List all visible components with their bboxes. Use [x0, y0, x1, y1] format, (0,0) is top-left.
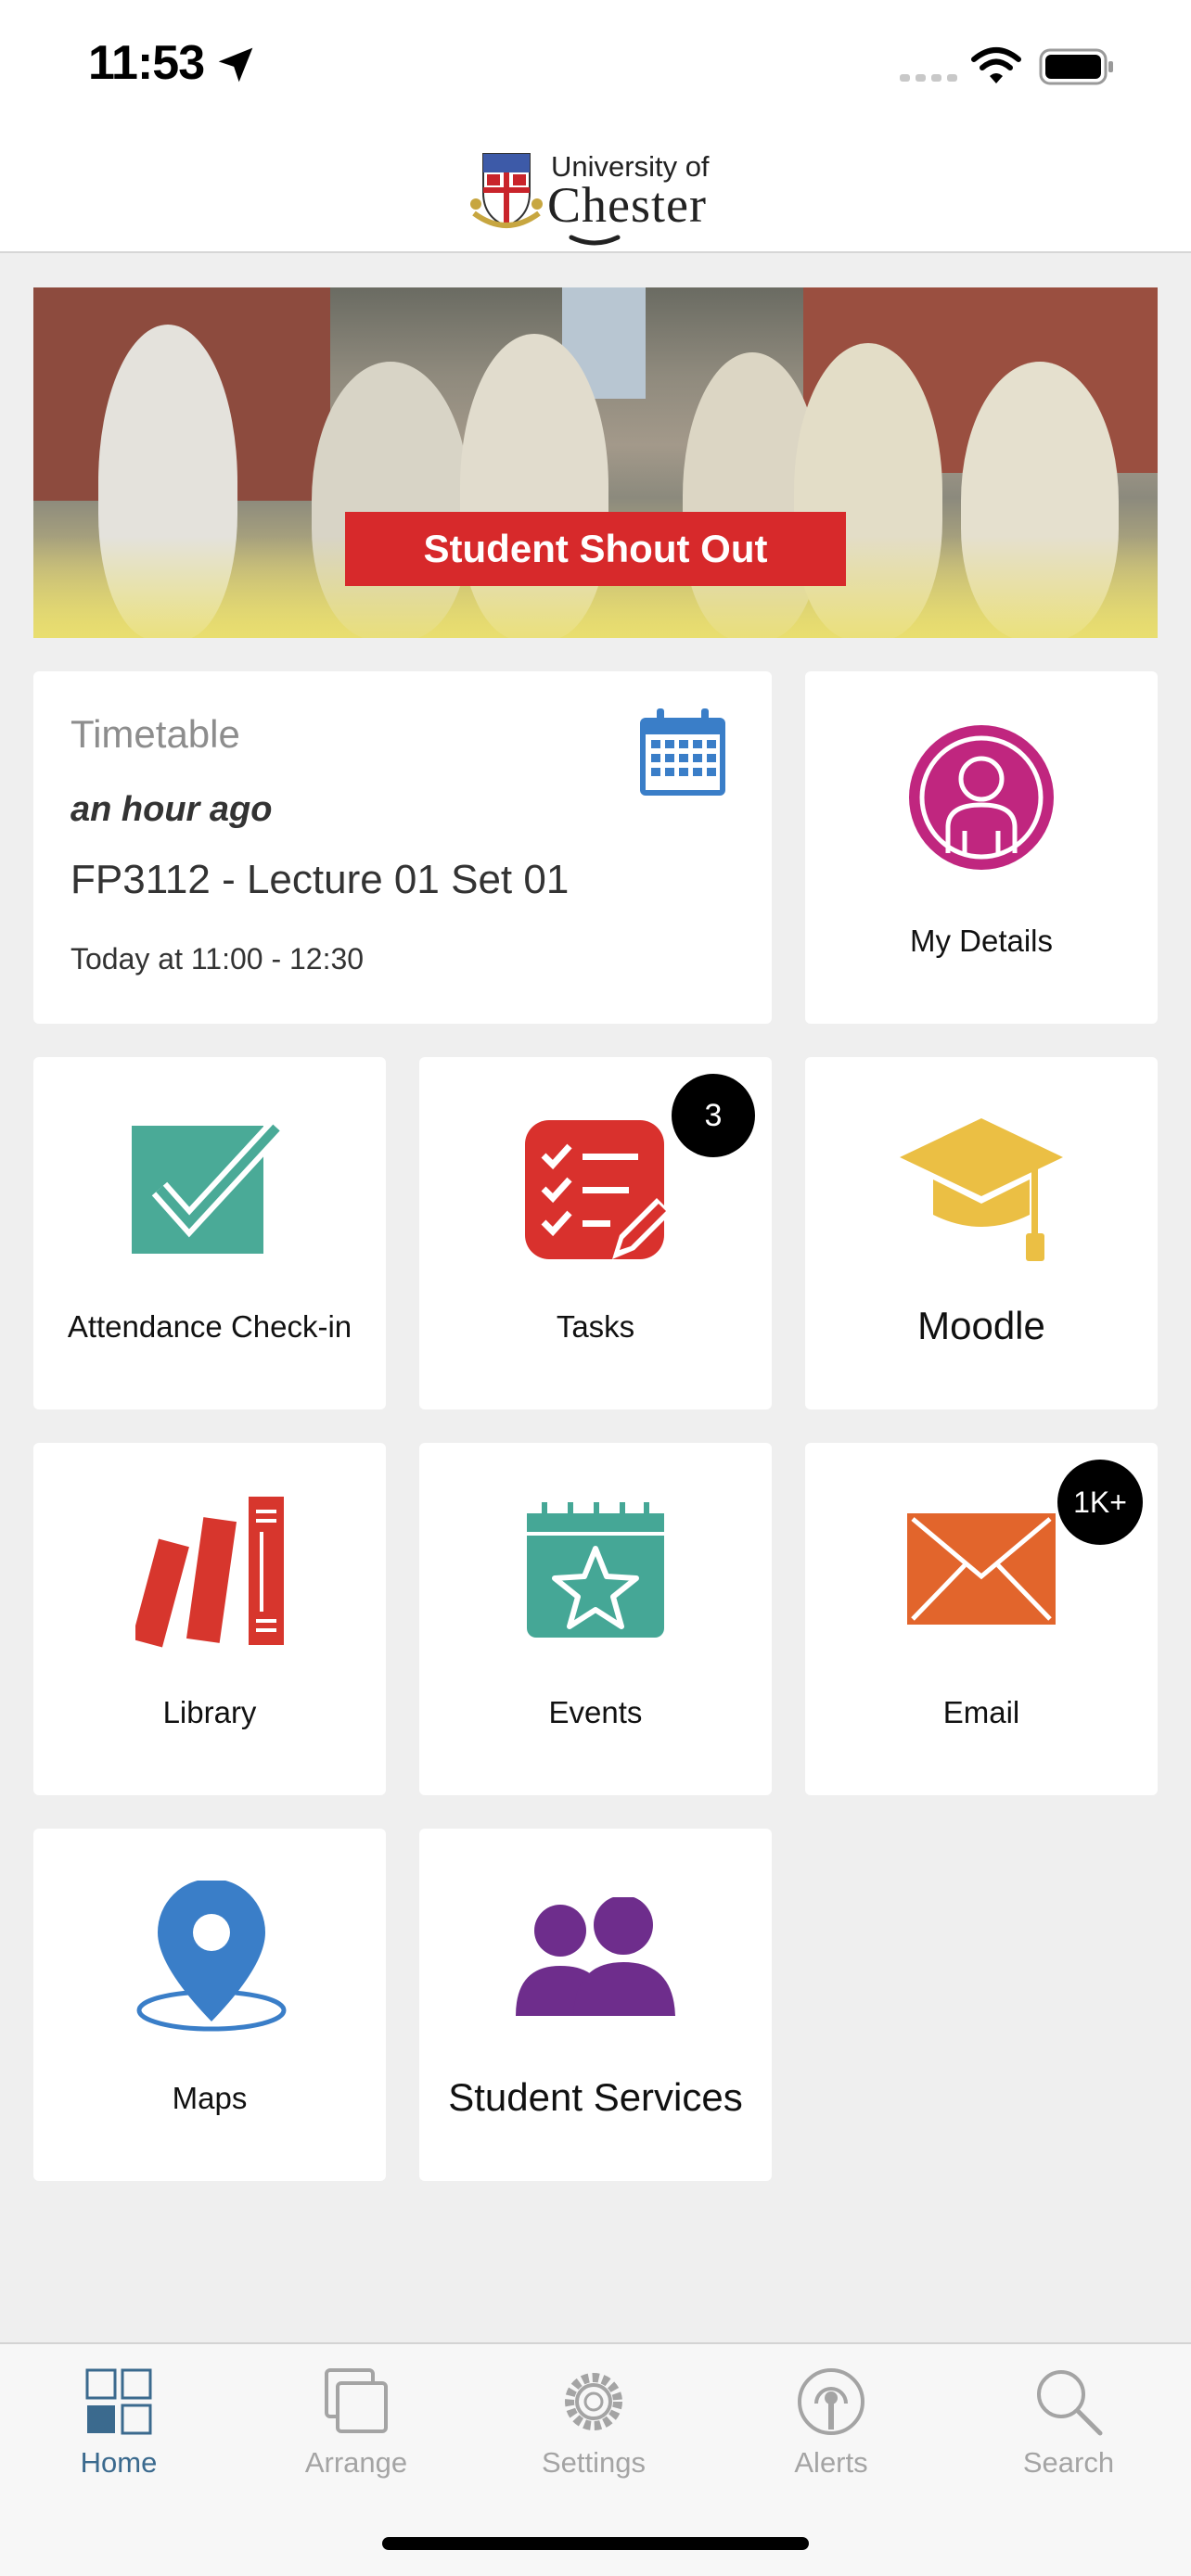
envelope-icon: [907, 1513, 1056, 1625]
location-arrow-icon: [218, 47, 253, 83]
timetable-relative-time: an hour ago: [70, 790, 273, 829]
home-grid-icon: [85, 2368, 152, 2435]
arrange-icon: [325, 2368, 388, 2433]
attendance-label: Attendance Check-in: [67, 1309, 352, 1344]
banner-label: Student Shout Out: [345, 512, 846, 586]
tab-settings-label: Settings: [541, 2446, 646, 2479]
timetable-tile[interactable]: Timetable an hour ago FP3112 - Lecture 0…: [33, 671, 772, 1024]
tasks-tile[interactable]: 3 Tasks: [419, 1057, 772, 1409]
cellular-signal-icon: [900, 74, 957, 82]
status-time: 11:53: [88, 36, 205, 90]
tab-home[interactable]: Home: [26, 2344, 211, 2493]
books-icon: [135, 1497, 284, 1648]
maps-label: Maps: [172, 2081, 248, 2115]
app-header: University of Chester: [0, 130, 1191, 253]
tab-arrange[interactable]: Arrange: [263, 2344, 449, 2493]
email-badge: 1K+: [1057, 1460, 1143, 1545]
user-profile-icon: [909, 725, 1054, 870]
timetable-when: Today at 11:00 - 12:30: [70, 942, 365, 976]
university-crest-icon: [470, 153, 543, 228]
student-services-tile[interactable]: Student Services: [419, 1829, 772, 2181]
attendance-tile[interactable]: Attendance Check-in: [33, 1057, 386, 1409]
status-bar: 11:53: [0, 0, 1191, 130]
search-icon: [1037, 2370, 1103, 2436]
task-list-icon: [525, 1120, 672, 1259]
timetable-title: Timetable: [70, 712, 240, 756]
tab-alerts[interactable]: Alerts: [738, 2344, 924, 2493]
timetable-course: FP3112 - Lecture 01 Set 01: [70, 857, 570, 902]
tab-settings[interactable]: Settings: [501, 2344, 686, 2493]
events-label: Events: [548, 1695, 643, 1729]
calendar-star-icon: [527, 1502, 664, 1638]
promo-banner[interactable]: Student Shout Out: [33, 287, 1158, 638]
email-tile[interactable]: 1K+ Email: [805, 1443, 1158, 1795]
home-indicator[interactable]: [382, 2537, 809, 2550]
email-label: Email: [942, 1695, 1020, 1729]
student-services-label: Student Services: [448, 2075, 743, 2119]
calendar-icon: [640, 708, 725, 796]
my-details-tile[interactable]: My Details: [805, 671, 1158, 1024]
tasks-badge: 3: [672, 1074, 755, 1157]
moodle-tile[interactable]: Moodle: [805, 1057, 1158, 1409]
tab-search-label: Search: [1022, 2446, 1115, 2479]
tab-home-label: Home: [80, 2446, 158, 2479]
logo-text-line2: Chester: [547, 177, 707, 233]
checkmark-icon: [132, 1120, 284, 1254]
tasks-label: Tasks: [556, 1309, 635, 1344]
library-tile[interactable]: Library: [33, 1443, 386, 1795]
moodle-label: Moodle: [917, 1304, 1045, 1347]
gear-icon: [565, 2373, 622, 2430]
events-tile[interactable]: Events: [419, 1443, 772, 1795]
library-label: Library: [162, 1695, 257, 1729]
my-details-label: My Details: [909, 924, 1054, 958]
maps-tile[interactable]: Maps: [33, 1829, 386, 2181]
battery-icon: [1039, 48, 1113, 85]
map-pin-icon: [136, 1881, 287, 2032]
wifi-icon: [971, 47, 1021, 83]
tab-search[interactable]: Search: [976, 2344, 1161, 2493]
people-icon: [516, 1897, 675, 2016]
header-pull-handle-icon[interactable]: [568, 234, 621, 247]
tab-arrange-label: Arrange: [304, 2446, 408, 2479]
tab-alerts-label: Alerts: [794, 2446, 868, 2479]
broadcast-icon: [798, 2368, 864, 2435]
graduation-cap-icon: [900, 1118, 1063, 1261]
